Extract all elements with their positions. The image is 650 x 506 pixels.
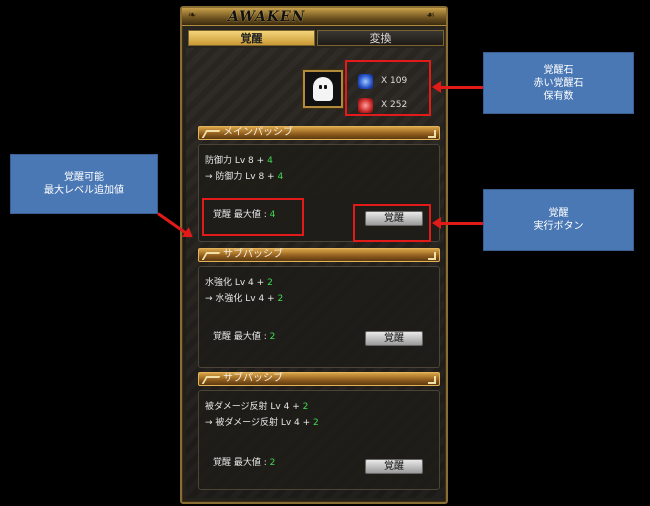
arrow-execute: [432, 217, 483, 229]
skill-next-bonus: 4: [277, 172, 284, 182]
skill-current-bonus: 2: [267, 278, 273, 288]
skill-current-bonus: 4: [267, 156, 273, 166]
section-sub-passive-2: 被ダメージ反射 Lv 4 + 2 → 被ダメージ反射 Lv 4 + 2 覚醒 最…: [198, 390, 440, 490]
skill-current-line: 防御力 Lv 8 + 4: [205, 153, 273, 166]
section-sub-passive-1: 水強化 Lv 4 + 2 → 水強化 Lv 4 + 2 覚醒 最大値 : 2 覚…: [198, 266, 440, 368]
highlight-stone-counts: [345, 60, 431, 116]
awaken-button-sub-2[interactable]: 覚醒: [365, 459, 423, 474]
callout-max-level-line-2: 最大レベル追加値: [44, 185, 124, 196]
ornament-right-icon: ☙: [426, 10, 435, 21]
title-bar[interactable]: ❧ AWAKEN ☙: [182, 8, 446, 26]
pet-portrait: [303, 70, 343, 108]
tab-bar: 覚醒 変換: [188, 30, 444, 46]
section-header-sub-passive-2: サブパッシブ: [198, 372, 440, 386]
highlight-max-level: [202, 198, 304, 236]
awaken-max-value: 2: [269, 458, 276, 468]
highlight-awaken-button: [353, 204, 431, 242]
skill-current-text: 水強化 Lv 4 +: [205, 278, 268, 288]
skill-next-line: → 被ダメージ反射 Lv 4 + 2: [205, 415, 319, 428]
skill-next-bonus: 2: [313, 418, 319, 428]
ornament-left-icon: ❧: [188, 10, 197, 21]
awaken-max-line: 覚醒 最大値 : 2: [213, 329, 275, 342]
callout-stones: 覚醒石 赤い覚醒石 保有数: [483, 52, 634, 114]
section-header-sub-passive-1: サブパッシブ: [198, 248, 440, 262]
callout-stones-line-3: 保有数: [543, 90, 574, 102]
awaken-max-label: 覚醒 最大値 :: [213, 458, 270, 468]
skill-current-text: 被ダメージ反射 Lv 4 +: [205, 402, 303, 412]
skill-next-text: → 防御力 Lv 8 +: [205, 172, 278, 182]
callout-max-level: 覚醒可能 最大レベル追加値: [10, 154, 158, 214]
skill-next-text: → 水強化 Lv 4 +: [205, 294, 278, 304]
skill-current-line: 水強化 Lv 4 + 2: [205, 275, 273, 288]
callout-execute-line-1: 覚醒: [548, 208, 569, 219]
arrow-stones: [432, 81, 483, 93]
tab-awaken[interactable]: 覚醒: [188, 30, 315, 46]
ghost-pet-icon: [313, 77, 333, 101]
callout-max-level-line-1: 覚醒可能: [64, 172, 104, 183]
section-header-main-passive: メインパッシブ: [198, 126, 440, 140]
callout-execute-line-2: 実行ボタン: [533, 221, 584, 232]
skill-current-bonus: 2: [302, 402, 309, 412]
awaken-max-value: 2: [269, 332, 276, 342]
callout-stones-line-1: 覚醒石: [543, 64, 574, 76]
callout-execute: 覚醒 実行ボタン: [483, 189, 634, 251]
awaken-button-sub-1[interactable]: 覚醒: [365, 331, 423, 346]
skill-next-line: → 防御力 Lv 8 + 4: [205, 169, 283, 182]
callout-stones-line-2: 赤い覚醒石: [533, 77, 584, 89]
skill-current-text: 防御力 Lv 8 +: [205, 156, 268, 166]
tab-convert[interactable]: 変換: [317, 30, 444, 46]
skill-current-line: 被ダメージ反射 Lv 4 + 2: [205, 399, 308, 412]
skill-next-text: → 被ダメージ反射 Lv 4 +: [205, 418, 314, 428]
awaken-max-label: 覚醒 最大値 :: [213, 332, 270, 342]
window-title: AWAKEN: [228, 9, 306, 25]
skill-next-line: → 水強化 Lv 4 + 2: [205, 291, 283, 304]
awaken-max-line: 覚醒 最大値 : 2: [213, 455, 275, 468]
skill-next-bonus: 2: [277, 294, 284, 304]
